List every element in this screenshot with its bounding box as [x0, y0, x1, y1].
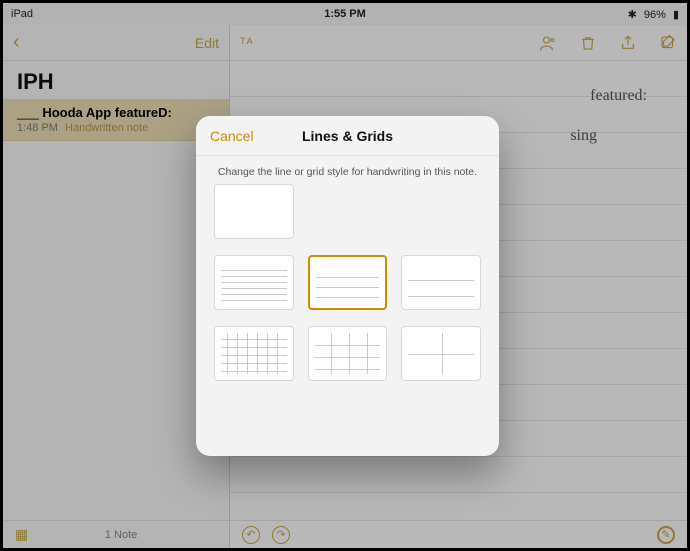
style-option-grid-small[interactable] [214, 326, 294, 381]
popover-header: Cancel Lines & Grids [196, 116, 499, 156]
editor-footer: ↶ ↷ ✎ [230, 520, 687, 548]
style-option-blank[interactable] [214, 184, 294, 239]
note-prefix: ___ [17, 105, 39, 120]
status-bar: iPad 1:55 PM ✱ 96% ▮ [3, 3, 687, 25]
handwriting-text-1: featured: [590, 87, 647, 105]
note-count: 1 Note [105, 529, 137, 541]
style-option-lines-wide[interactable] [401, 255, 481, 310]
style-option-lines-narrow[interactable] [214, 255, 294, 310]
trash-icon[interactable] [579, 34, 597, 52]
style-grid [196, 184, 499, 397]
battery-icon: ▮ [673, 9, 679, 21]
spacer [308, 184, 481, 239]
status-right: ✱ 96% ▮ [624, 8, 679, 21]
folder-title: IPH [3, 61, 229, 99]
lines-grids-popover: Cancel Lines & Grids Change the line or … [196, 116, 499, 456]
note-subtitle: 1:48 PM Handwritten note [17, 122, 215, 134]
battery-percent: 96% [644, 9, 666, 21]
sidebar-footer: ▦ 1 Note [3, 520, 229, 548]
share-icon[interactable] [619, 34, 637, 52]
device-frame: iPad 1:55 PM ✱ 96% ▮ ‹ Edit IPH ___ Hood… [0, 0, 690, 551]
style-option-grid-large[interactable] [401, 326, 481, 381]
note-tag: Handwritten note [65, 122, 148, 134]
style-option-lines-medium[interactable] [308, 255, 388, 310]
note-title: ___ Hooda App featureD: [17, 105, 215, 120]
editor-toolbar: ᵀᴬ [230, 25, 687, 61]
edit-button[interactable]: Edit [195, 35, 219, 51]
note-time: 1:48 PM [17, 122, 58, 134]
view-toggle-icon[interactable]: ▦ [15, 526, 28, 543]
handwriting-text-2: sing [570, 127, 597, 145]
status-device: iPad [11, 8, 33, 20]
spacer [214, 529, 217, 541]
sidebar-header: ‹ Edit [3, 25, 229, 61]
share-person-icon[interactable] [539, 34, 557, 52]
compose-icon[interactable] [659, 34, 677, 52]
cancel-button[interactable]: Cancel [210, 128, 254, 144]
back-button[interactable]: ‹ [13, 31, 20, 54]
text-style-button[interactable]: ᵀᴬ [240, 35, 254, 50]
screen: iPad 1:55 PM ✱ 96% ▮ ‹ Edit IPH ___ Hood… [3, 3, 687, 548]
status-time: 1:55 PM [324, 8, 366, 20]
popover-subtitle: Change the line or grid style for handwr… [196, 156, 499, 184]
style-option-grid-medium[interactable] [308, 326, 388, 381]
redo-button[interactable]: ↷ [272, 526, 290, 544]
undo-button[interactable]: ↶ [242, 526, 260, 544]
bluetooth-icon: ✱ [628, 9, 637, 21]
pen-button[interactable]: ✎ [657, 526, 675, 544]
note-title-text: Hooda App featureD: [42, 105, 172, 120]
